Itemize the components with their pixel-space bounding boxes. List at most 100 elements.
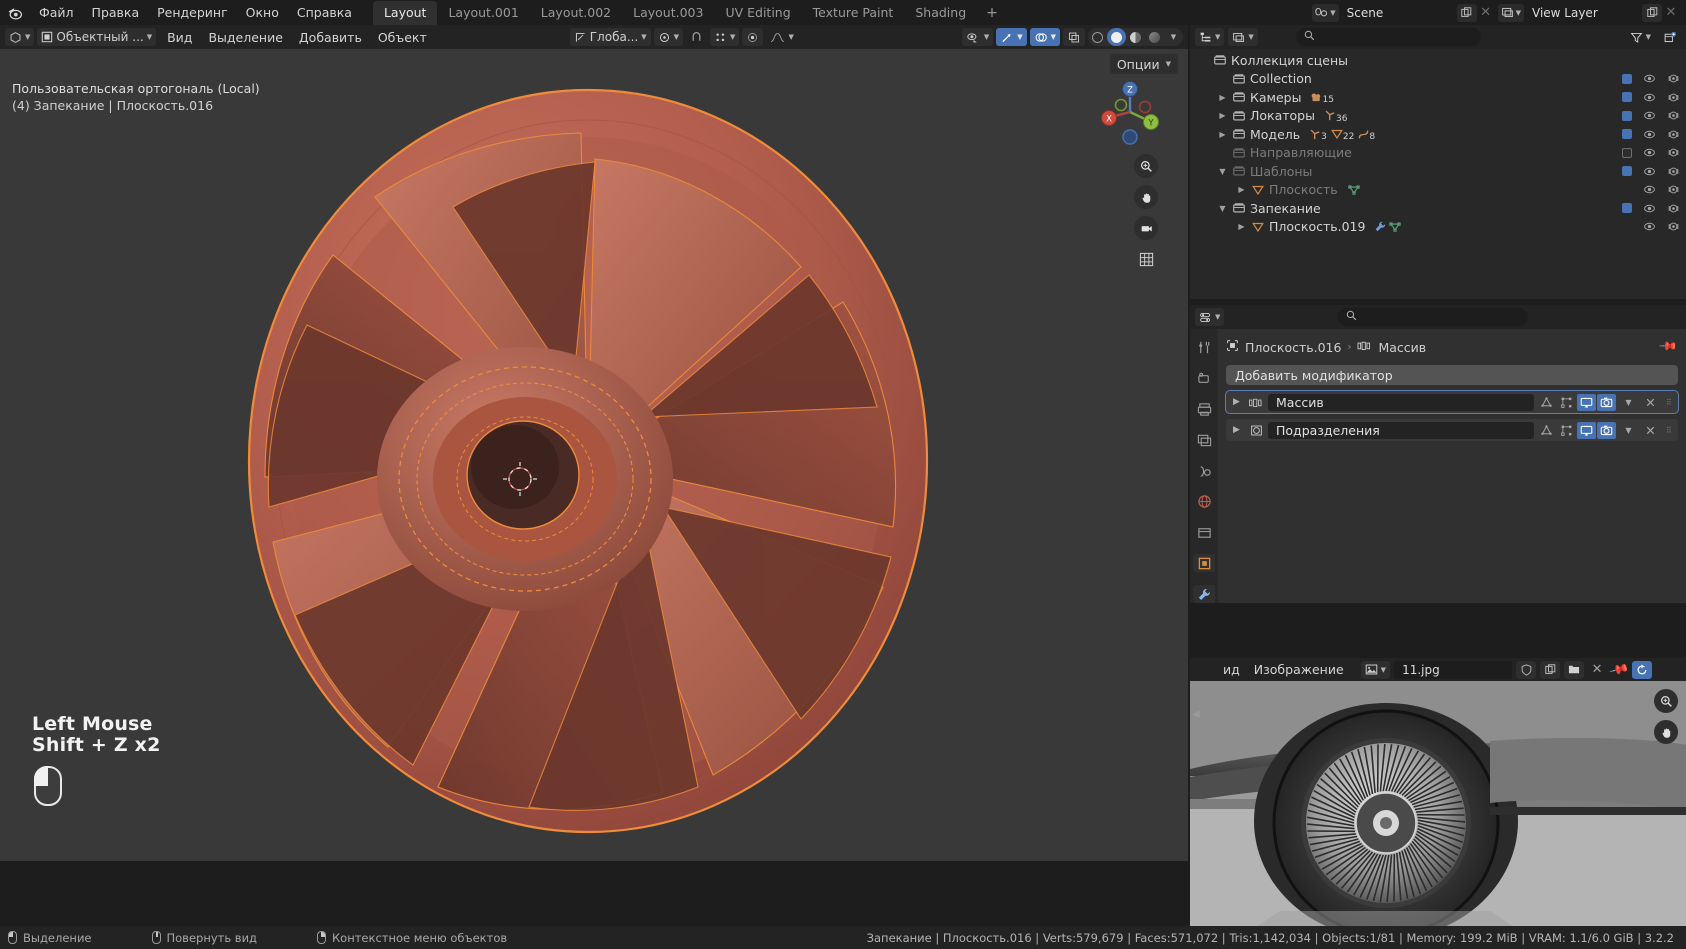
pan-hand-icon[interactable] bbox=[1654, 720, 1678, 744]
view-layer-icon[interactable]: ▼ bbox=[1497, 3, 1524, 22]
falloff-curve-icon[interactable]: ▼ bbox=[766, 28, 797, 46]
view-layer-selector[interactable]: ▼ View Layer ✕ bbox=[1497, 3, 1680, 22]
breadcrumb-object[interactable]: Плоскость.016 bbox=[1245, 340, 1341, 355]
render-tab[interactable] bbox=[1193, 370, 1215, 388]
shading-wireframe-button[interactable] bbox=[1088, 28, 1107, 46]
eye-visibility-icon[interactable] bbox=[1643, 128, 1656, 141]
open-folder-icon[interactable] bbox=[1564, 660, 1585, 679]
chevron-right-icon[interactable]: ▶ bbox=[1234, 185, 1249, 194]
top-menu-2[interactable]: Рендеринг bbox=[148, 2, 237, 23]
shading-dropdown-button[interactable]: ▼ bbox=[1164, 28, 1183, 46]
remove-modifier-x-icon[interactable]: ✕ bbox=[1641, 422, 1660, 439]
drag-grip-icon[interactable]: ⠿ bbox=[1663, 422, 1675, 439]
workspace-tabs[interactable]: Layout Layout.001 Layout.002 Layout.003 UV E… bbox=[372, 0, 977, 25]
zoom-icon[interactable] bbox=[1654, 689, 1678, 713]
shading-solid-button[interactable] bbox=[1107, 28, 1126, 46]
unlink-image-icon[interactable]: ✕ bbox=[1588, 661, 1606, 679]
display-viewport-icon[interactable] bbox=[1577, 421, 1596, 439]
remove-modifier-x-icon[interactable]: ✕ bbox=[1641, 394, 1660, 411]
output-tab[interactable] bbox=[1193, 401, 1215, 419]
image-menu-1[interactable]: Изображение bbox=[1247, 660, 1351, 679]
outliner-row-2[interactable]: ▶ Камеры 15 bbox=[1190, 88, 1686, 107]
chevron-down-icon[interactable]: ▼ bbox=[1619, 394, 1638, 411]
viewport-nav-buttons[interactable] bbox=[1134, 154, 1158, 271]
scene-name-field[interactable]: Scene bbox=[1338, 3, 1457, 22]
zoom-icon[interactable] bbox=[1134, 154, 1158, 178]
viewport-options-button[interactable]: Опции ▼ bbox=[1109, 54, 1178, 74]
edit-mode-cage-icon[interactable] bbox=[1537, 394, 1556, 411]
image-editor-canvas[interactable]: ◀ bbox=[1190, 681, 1686, 926]
camera-render-visibility-icon[interactable] bbox=[1667, 72, 1680, 85]
collection-checkbox[interactable] bbox=[1622, 166, 1632, 177]
wheel-3d-model[interactable] bbox=[243, 87, 933, 835]
snap-target-selector[interactable]: ▼ bbox=[653, 28, 684, 46]
visibility-selector[interactable]: ▼ bbox=[961, 28, 994, 46]
outliner-row-7[interactable]: ▶ Плоскость bbox=[1190, 181, 1686, 200]
id-type-filter-icon[interactable]: ▼ bbox=[1228, 28, 1258, 46]
camera-render-visibility-icon[interactable] bbox=[1667, 220, 1680, 233]
xray-toggle[interactable] bbox=[1063, 28, 1085, 46]
new-image-icon[interactable] bbox=[1540, 660, 1561, 679]
proportional-falloff-button[interactable] bbox=[742, 28, 764, 46]
properties-editor[interactable]: Плоскость.016 › Массив 📌 Добавить модифи… bbox=[1190, 329, 1686, 604]
image-editor-nav-buttons[interactable] bbox=[1654, 689, 1678, 744]
chevron-right-icon[interactable]: ▶ bbox=[1215, 93, 1230, 102]
remove-layer-icon[interactable]: ✕ bbox=[1662, 4, 1680, 22]
eye-visibility-icon[interactable] bbox=[1643, 220, 1656, 233]
chevron-right-icon[interactable]: ▶ bbox=[1215, 130, 1230, 139]
workspace-tab-4[interactable]: UV Editing bbox=[714, 1, 801, 25]
pan-hand-icon[interactable] bbox=[1134, 185, 1158, 209]
collection-checkbox[interactable] bbox=[1622, 147, 1632, 158]
collection-checkbox[interactable] bbox=[1622, 203, 1632, 214]
properties-editor-icon[interactable]: ▼ bbox=[1195, 308, 1225, 326]
workspace-tab-5[interactable]: Texture Paint bbox=[802, 1, 905, 25]
camera-render-visibility-icon[interactable] bbox=[1667, 91, 1680, 104]
view-layer-name-field[interactable]: View Layer bbox=[1524, 3, 1642, 22]
transform-orientation-selector[interactable]: Глоба... ▼ bbox=[569, 28, 651, 46]
object-tab[interactable] bbox=[1193, 554, 1215, 573]
display-render-camera-icon[interactable] bbox=[1597, 421, 1616, 439]
outliner-row-4[interactable]: ▶ Модель 3 22 8 bbox=[1190, 125, 1686, 144]
image-menu-0[interactable]: ид bbox=[1216, 660, 1247, 679]
add-workspace-button[interactable]: + bbox=[977, 1, 1007, 25]
camera-view-icon[interactable] bbox=[1134, 216, 1158, 240]
orthographic-toggle-icon[interactable] bbox=[1134, 247, 1158, 271]
modifier-row-1[interactable]: ▶ Подразделения ▼ ✕ ⠿ bbox=[1226, 419, 1678, 441]
chevron-right-icon[interactable]: ▶ bbox=[1215, 111, 1230, 120]
collection-checkbox[interactable] bbox=[1622, 92, 1632, 103]
display-render-camera-icon[interactable] bbox=[1597, 393, 1616, 411]
chevron-right-icon[interactable]: ▶ bbox=[1229, 397, 1244, 407]
outliner-row-6[interactable]: ▼ Шаблоны bbox=[1190, 162, 1686, 181]
new-layer-icon[interactable] bbox=[1642, 3, 1662, 22]
eye-visibility-icon[interactable] bbox=[1643, 202, 1656, 215]
unlink-scene-icon[interactable]: ✕ bbox=[1477, 4, 1495, 22]
proportional-edit-toggle[interactable]: ▼ bbox=[710, 28, 740, 46]
top-menu-1[interactable]: Правка bbox=[83, 2, 149, 23]
edit-mode-cage-icon[interactable] bbox=[1537, 422, 1556, 439]
breadcrumb-modifier[interactable]: Массив bbox=[1378, 340, 1426, 355]
view-layer-tab[interactable] bbox=[1193, 431, 1215, 449]
properties-tab-column[interactable] bbox=[1190, 329, 1218, 604]
navigation-gizmo[interactable]: Z Y X bbox=[1097, 79, 1163, 145]
modifier-name-field[interactable]: Подразделения bbox=[1268, 421, 1534, 439]
chevron-down-icon[interactable]: ▼ bbox=[1619, 422, 1638, 439]
scene-tab[interactable] bbox=[1193, 462, 1215, 480]
collection-checkbox[interactable] bbox=[1622, 129, 1632, 140]
camera-render-visibility-icon[interactable] bbox=[1667, 183, 1680, 196]
gizmo-toggle[interactable]: ▼ bbox=[996, 28, 1027, 46]
image-sidebar-toggle-icon[interactable]: ◀ bbox=[1192, 709, 1200, 720]
filter-funnel-icon[interactable]: ▼ bbox=[1626, 28, 1655, 46]
viewport-menu-2[interactable]: Добавить bbox=[291, 28, 370, 47]
add-modifier-button[interactable]: Добавить модификатор bbox=[1226, 365, 1678, 385]
eye-visibility-icon[interactable] bbox=[1643, 146, 1656, 159]
viewport-menu-0[interactable]: Вид bbox=[159, 28, 200, 47]
editor-type-3dview-icon[interactable]: ▼ bbox=[5, 28, 35, 46]
blender-logo-icon[interactable] bbox=[0, 0, 30, 25]
drag-grip-icon[interactable]: ⠿ bbox=[1663, 394, 1675, 411]
tool-tab[interactable] bbox=[1193, 339, 1215, 357]
outliner-row-5[interactable]: Направляющие bbox=[1190, 144, 1686, 163]
eye-visibility-icon[interactable] bbox=[1643, 72, 1656, 85]
workspace-tab-2[interactable]: Layout.002 bbox=[530, 1, 622, 25]
shading-rendered-button[interactable] bbox=[1145, 28, 1164, 46]
outliner-row-0[interactable]: Коллекция сцены bbox=[1190, 51, 1686, 70]
